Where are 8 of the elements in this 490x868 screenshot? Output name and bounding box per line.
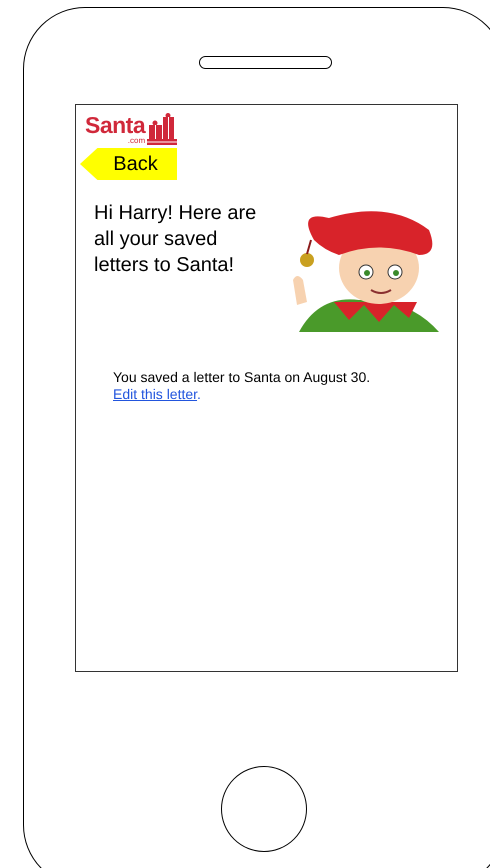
logo-text: Santa <box>85 113 146 137</box>
saved-letter-text: You saved a letter to Santa on August 30. Edit this letter. <box>113 369 372 403</box>
home-button[interactable] <box>221 766 307 852</box>
greeting-text: Hi Harry! Here are all your saved letters to Santa! <box>94 201 258 278</box>
edit-letter-link[interactable]: Edit this letter <box>113 386 198 402</box>
gift-stack-icon <box>147 113 178 145</box>
back-button[interactable]: Back <box>80 148 177 180</box>
logo-domain: .com <box>128 137 146 145</box>
